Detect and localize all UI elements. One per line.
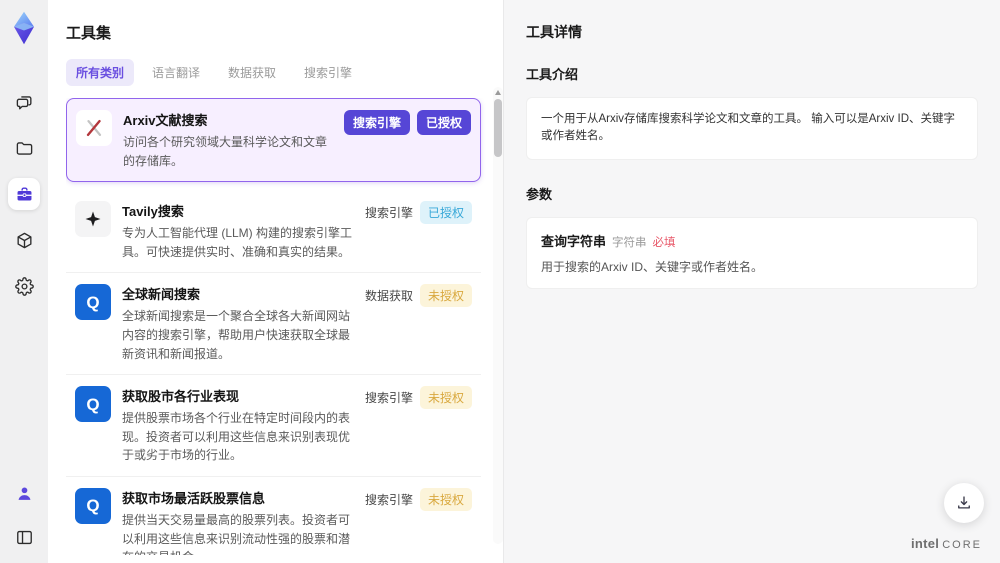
category-tabs: 所有类别 语言翻译 数据获取 搜索引擎 xyxy=(66,59,497,86)
category-label: 搜索引擎 xyxy=(364,206,413,221)
auth-badge: 已授权 xyxy=(416,110,471,135)
download-icon xyxy=(958,496,970,509)
tool-description: 全球新闻搜索是一个聚合全球各大新闻网站内容的搜索引擎，帮助用户快速获取全球最新资… xyxy=(122,309,351,361)
download-button[interactable] xyxy=(944,483,984,523)
tab-3[interactable]: 数据获取 xyxy=(218,59,286,86)
page-title: 工具集 xyxy=(66,25,112,42)
sidebar-nav xyxy=(8,86,40,302)
q-icon: Q xyxy=(75,284,111,321)
q-icon: Q xyxy=(75,487,111,524)
star-icon xyxy=(75,201,111,238)
cube-icon[interactable] xyxy=(8,224,40,256)
tool-description: 访问各个研究领域大量科学论文和文章的存储库。 xyxy=(123,135,328,168)
auth-badge: 未授权 xyxy=(419,487,472,511)
tool-list-item[interactable]: Q 获取市场最活跃股票信息提供当天交易量最高的股票列表。投资者可以利用这些信息来识… xyxy=(66,476,481,555)
app-logo xyxy=(7,8,41,48)
category-label: 搜索引擎 xyxy=(364,492,413,507)
tool-name: 获取股市各行业表现 xyxy=(122,389,240,405)
scrollbar-up-arrow[interactable] xyxy=(495,90,501,95)
category-badge: 搜索引擎 xyxy=(343,110,410,135)
params-heading: 参数 xyxy=(526,186,553,202)
tool-description: 提供股票市场各个行业在特定时间段内的表现。投资者可以利用这些信息来识别表现优于或… xyxy=(122,411,351,463)
intel-core-logo: intel CORE xyxy=(911,536,982,551)
gear-icon[interactable] xyxy=(8,270,40,302)
tool-name: 全球新闻搜索 xyxy=(122,287,201,303)
tool-list-item[interactable]: Q 获取股市各行业表现提供股票市场各个行业在特定时间段内的表现。投资者可以利用这些… xyxy=(66,375,481,477)
user-avatar-icon[interactable] xyxy=(8,477,40,509)
intel-logo-text: intel xyxy=(910,536,940,551)
tool-list-item[interactable]: Arxiv文献搜索访问各个研究领域大量科学论文和文章的存储库。 搜索引擎 已授权 xyxy=(66,98,481,183)
param-required-badge: 必填 xyxy=(652,236,676,249)
list-scrollbar[interactable] xyxy=(493,87,503,544)
collapse-panel-icon[interactable] xyxy=(8,521,40,553)
param-description: 用于搜索的Arxiv ID、关键字或作者姓名。 xyxy=(541,259,764,274)
tool-info: 获取市场最活跃股票信息提供当天交易量最高的股票列表。投资者可以利用这些信息来识别… xyxy=(122,488,359,555)
tool-name: 获取市场最活跃股票信息 xyxy=(122,490,266,506)
tool-list-item[interactable]: Q 全球新闻搜索全球新闻搜索是一个聚合全球各大新闻网站内容的搜索引擎，帮助用户快速… xyxy=(66,273,481,376)
details-title: 工具详情 xyxy=(526,24,582,40)
tab-4[interactable]: 搜索引擎 xyxy=(294,59,362,86)
category-label: 数据获取 xyxy=(364,289,413,304)
tool-info: Arxiv文献搜索访问各个研究领域大量科学论文和文章的存储库。 xyxy=(123,110,338,170)
tool-list-panel: 工具集 所有类别 语言翻译 数据获取 搜索引擎 Arxiv文献搜索 访问各个研究领域大量… xyxy=(48,0,503,563)
param-name: 查询字符串 xyxy=(541,233,607,249)
intro-card: 一个用于从Arxiv存储库搜索科学论文和文章的工具。 输入可以是Arxiv ID… xyxy=(526,97,978,160)
tool-tags: 数据获取 未授权 xyxy=(364,284,472,308)
tab-2[interactable]: 语言翻译 xyxy=(142,59,210,86)
tool-tags: 搜索引擎 已授权 xyxy=(343,110,471,135)
category-label: 搜索引擎 xyxy=(364,391,413,406)
q-icon: Q xyxy=(75,386,111,423)
auth-badge: 未授权 xyxy=(419,284,472,308)
chat-icon[interactable] xyxy=(8,86,40,118)
tool-info: 获取股市各行业表现提供股票市场各个行业在特定时间段内的表现。投资者可以利用这些信… xyxy=(122,386,359,465)
tool-details-panel: 工具详情 工具介绍 一个用于从Arxiv存储库搜索科学论文和文章的工具。 输入可… xyxy=(503,0,1000,563)
tab-1[interactable]: 所有类别 xyxy=(66,59,135,86)
tool-list: Arxiv文献搜索 访问各个研究领域大量科学论文和文章的存储库。 搜索引擎 已授权 Ta… xyxy=(66,98,497,555)
tool-description: 提供当天交易量最高的股票列表。投资者可以利用这些信息来识别流动性强的股票和潜在的… xyxy=(122,512,351,555)
sidebar xyxy=(0,0,48,563)
param-card: 查询字符串 字符串 必填 用于搜索的Arxiv ID、关键字或作者姓名。 xyxy=(526,216,978,289)
arxiv-icon xyxy=(76,110,112,146)
param-type: 字符串 xyxy=(612,236,647,249)
auth-badge: 已授权 xyxy=(419,201,472,225)
tool-list-item[interactable]: Tavily搜索专为人工智能代理 (LLM) 构建的搜索引擎工具。可快速提供实时… xyxy=(66,190,481,274)
scrollbar-thumb[interactable] xyxy=(494,99,502,157)
tool-tags: 搜索引擎 未授权 xyxy=(364,386,472,410)
app-window: 工具集 所有类别 语言翻译 数据获取 搜索引擎 Arxiv文献搜索 访问各个研究领域大量… xyxy=(0,0,1000,563)
auth-badge: 未授权 xyxy=(419,386,472,410)
intro-heading: 工具介绍 xyxy=(526,67,579,82)
toolbox-icon[interactable] xyxy=(8,178,40,210)
tool-name: Arxiv文献搜索 xyxy=(123,113,208,128)
tool-name: Tavily搜索 xyxy=(122,204,184,220)
tool-tags: 搜索引擎 已授权 xyxy=(364,201,472,225)
folder-icon[interactable] xyxy=(8,132,40,164)
tool-info: 全球新闻搜索全球新闻搜索是一个聚合全球各大新闻网站内容的搜索引擎，帮助用户快速获… xyxy=(122,284,359,363)
sidebar-bottom xyxy=(8,477,40,553)
tool-tags: 搜索引擎 未授权 xyxy=(364,487,472,511)
tool-info: Tavily搜索专为人工智能代理 (LLM) 构建的搜索引擎工具。可快速提供实时… xyxy=(122,201,359,261)
param-head: 查询字符串 字符串 必填 xyxy=(541,231,963,250)
intro-text: 一个用于从Arxiv存储库搜索科学论文和文章的工具。 输入可以是Arxiv ID… xyxy=(541,113,955,143)
tool-description: 专为人工智能代理 (LLM) 构建的搜索引擎工具。可快速提供实时、准确和真实的结… xyxy=(122,226,353,259)
core-logo-text: CORE xyxy=(942,539,982,551)
